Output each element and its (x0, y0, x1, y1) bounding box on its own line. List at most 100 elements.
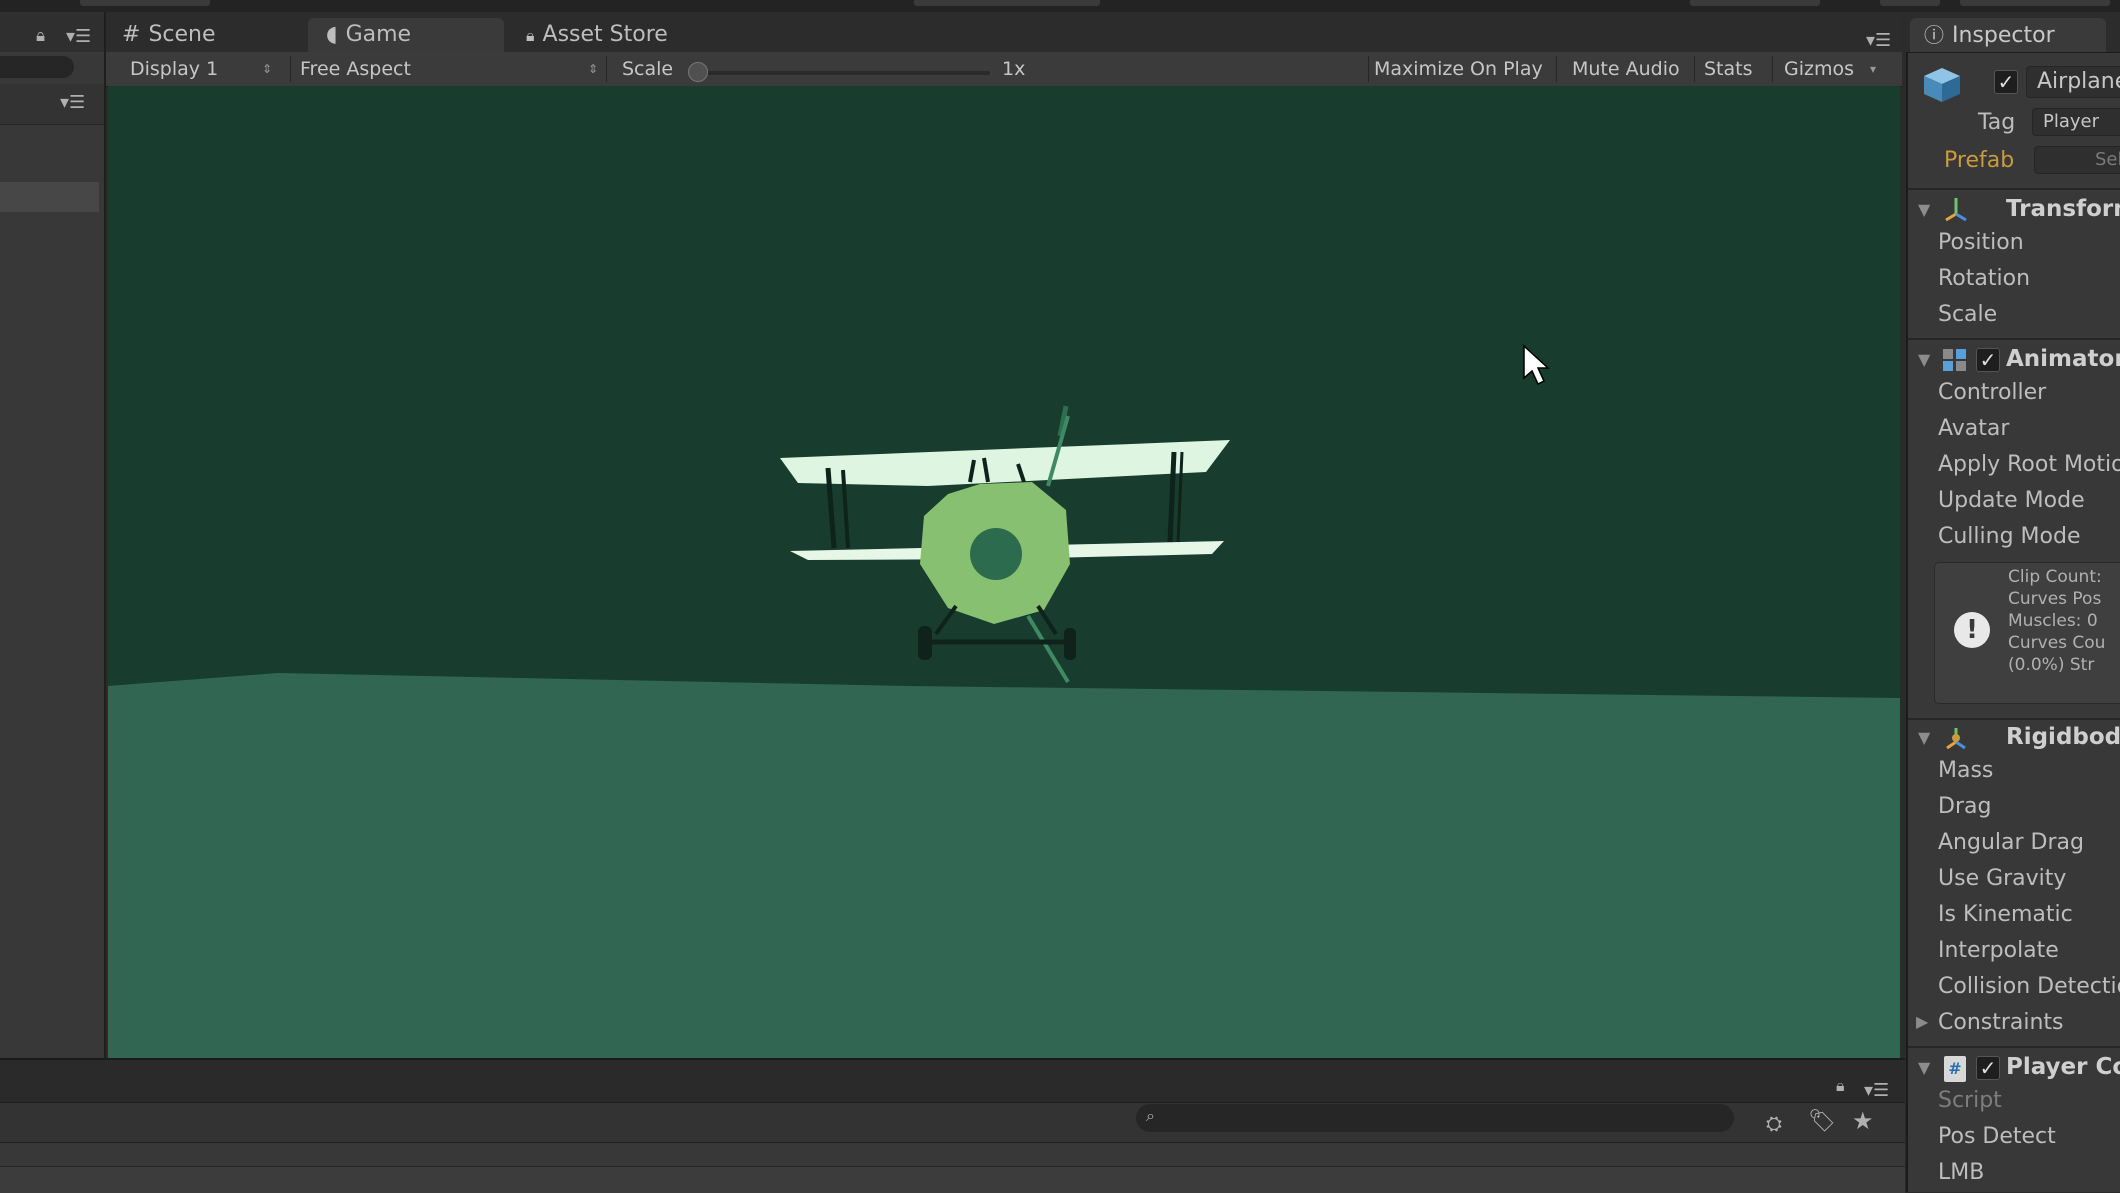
game-view-toolbar: Display 1 ⇕ Free Aspect ⇕ Scale 1x Maxim… (106, 52, 1902, 87)
rigidbody-icon (1944, 724, 1968, 750)
propeller-hub (970, 528, 1022, 580)
gameobject-cube-icon (1922, 64, 1962, 104)
toolbar-separator (1694, 56, 1695, 82)
player-controller-field-pos-detect: Pos Detect (1938, 1124, 2056, 1149)
warning-icon: ! (1954, 612, 1990, 648)
tag-icon[interactable]: 🏷︎ (1808, 1109, 1836, 1134)
chevron-down-icon[interactable]: ▾ (1870, 52, 1876, 86)
toolbar-separator (606, 56, 607, 82)
tab-inspector[interactable]: ⓘ Inspector (1910, 18, 2106, 52)
updown-arrows-icon: ⇕ (588, 62, 599, 76)
panel-menu-icon[interactable]: ▾☰ (1864, 1080, 1889, 1101)
gizmos-button[interactable]: Gizmos (1784, 52, 1854, 86)
animator-info-line: Clip Count: (2008, 567, 2102, 587)
panel-menu-icon[interactable]: ▾☰ (66, 26, 91, 47)
transform-field-rotation: Rotation (1938, 266, 2031, 291)
tab-game[interactable]: ◖ Game (308, 18, 504, 52)
transform-title[interactable]: Transform (2006, 196, 2120, 222)
toolbar-separator (1556, 56, 1557, 82)
foldout-expanded-icon[interactable]: ▼ (1918, 728, 1930, 747)
toolbar-segment[interactable] (1960, 0, 2110, 6)
rigidbody-field-drag: Drag (1938, 794, 1992, 819)
panel-menu-icon[interactable]: ▾☰ (1866, 30, 1891, 51)
animator-icon (1942, 348, 1968, 372)
bottom-panel-content (0, 1166, 1905, 1193)
display-dropdown[interactable]: Display 1 (130, 52, 218, 86)
player-controller-field-script: Script (1938, 1088, 2002, 1113)
tab-scene[interactable]: # Scene (122, 18, 292, 52)
mute-audio-button[interactable]: Mute Audio (1572, 52, 1680, 86)
animator-title[interactable]: Animator (2006, 346, 2120, 372)
project-search-input[interactable]: ⌕ (1136, 1104, 1734, 1132)
rigidbody-constraints-foldout[interactable]: Constraints (1938, 1010, 2064, 1035)
component-separator (1908, 1046, 2120, 1048)
component-separator (1908, 718, 2120, 720)
play-controls-segment[interactable] (914, 0, 1100, 6)
toolbar-segment[interactable] (80, 0, 210, 6)
panel-menu-icon[interactable]: ▾☰ (60, 92, 85, 113)
game-viewport[interactable] (108, 86, 1900, 1058)
rigidbody-field-angular-drag: Angular Drag (1938, 830, 2084, 855)
star-icon[interactable]: ★ (1852, 1107, 1874, 1135)
rigidbody-field-interpolate: Interpolate (1938, 938, 2059, 963)
rigidbody-field-is-kinematic: Is Kinematic (1938, 902, 2073, 927)
animator-field-update-mode: Update Mode (1938, 488, 2085, 513)
toolbar-separator (1772, 56, 1773, 82)
rigidbody-field-use-gravity: Use Gravity (1938, 866, 2067, 891)
game-scene (108, 86, 1900, 1058)
scale-value: 1x (1002, 58, 1026, 80)
toolbar-separator (290, 56, 291, 82)
updown-arrows-icon: ⇕ (262, 62, 273, 76)
ground (108, 673, 1900, 1058)
foldout-expanded-icon[interactable]: ▼ (1918, 350, 1930, 369)
prefab-select-button[interactable]: Select (2034, 146, 2120, 174)
search-icon: ⌕ (1146, 1106, 1155, 1125)
rigidbody-title[interactable]: Rigidbody (2006, 724, 2120, 750)
transform-field-scale: Scale (1938, 302, 1998, 327)
foldout-collapsed-icon[interactable]: ▶ (1916, 1012, 1928, 1031)
hierarchy-panel (0, 12, 106, 1058)
stats-button[interactable]: Stats (1704, 52, 1753, 86)
maximize-on-play-button[interactable]: Maximize On Play (1374, 52, 1543, 86)
tag-dropdown[interactable]: Player (2032, 108, 2120, 136)
gameobject-active-checkbox[interactable]: ✓ (1994, 70, 2018, 94)
lock-icon[interactable]: 🔒︎ (36, 26, 45, 46)
rigidbody-field-collision-detection: Collision Detection (1938, 974, 2120, 999)
transform-field-position: Position (1938, 230, 2024, 255)
tab-asset-store[interactable]: 🔒︎ Asset Store (526, 18, 746, 52)
animator-enabled-checkbox[interactable]: ✓ (1976, 348, 2000, 372)
gameobject-name-input[interactable]: Airplane (2026, 66, 2120, 98)
animator-info-line: Curves Cou (2008, 633, 2106, 653)
toolbar-separator (1368, 56, 1369, 82)
player-controller-title[interactable]: Player Controller (2006, 1054, 2120, 1080)
animator-info-line: (0.0%) Str (2008, 655, 2095, 675)
toolbar-segment[interactable] (1690, 0, 1820, 6)
store-bag-icon: 🔒︎ (526, 26, 535, 45)
lock-icon[interactable]: 🔒︎ (1836, 1076, 1845, 1096)
pacman-icon: ◖ (326, 22, 338, 47)
animator-field-culling-mode: Culling Mode (1938, 524, 2081, 549)
filter-by-type-icon[interactable]: ⛭ (1766, 1111, 1782, 1135)
player-controller-enabled-checkbox[interactable]: ✓ (1976, 1056, 2000, 1080)
hierarchy-tabbar: 🔒︎ ▾☰ (0, 12, 104, 52)
foldout-expanded-icon[interactable]: ▼ (1918, 1058, 1930, 1077)
tag-label: Tag (1978, 110, 2016, 135)
component-separator (1908, 338, 2120, 340)
transform-axes-icon (1944, 196, 1968, 222)
scale-slider-handle[interactable] (688, 62, 708, 82)
aspect-dropdown[interactable]: Free Aspect (300, 52, 411, 86)
hierarchy-search-input[interactable] (0, 56, 74, 78)
toolbar-segment[interactable] (1880, 0, 1940, 6)
animator-field-avatar: Avatar (1938, 416, 2010, 441)
hierarchy-selected-row[interactable] (0, 182, 99, 212)
scale-slider[interactable] (700, 71, 990, 75)
script-file-icon: # (1944, 1056, 1966, 1082)
animator-field-controller: Controller (1938, 380, 2047, 405)
top-toolbar-strip (0, 0, 2120, 12)
wheel (1064, 628, 1076, 660)
animator-info-line: Curves Pos (2008, 589, 2102, 609)
component-separator (1908, 188, 2120, 190)
foldout-expanded-icon[interactable]: ▼ (1918, 200, 1930, 219)
wheel (918, 626, 932, 660)
hierarchy-subheader: ▾☰ (0, 84, 104, 125)
